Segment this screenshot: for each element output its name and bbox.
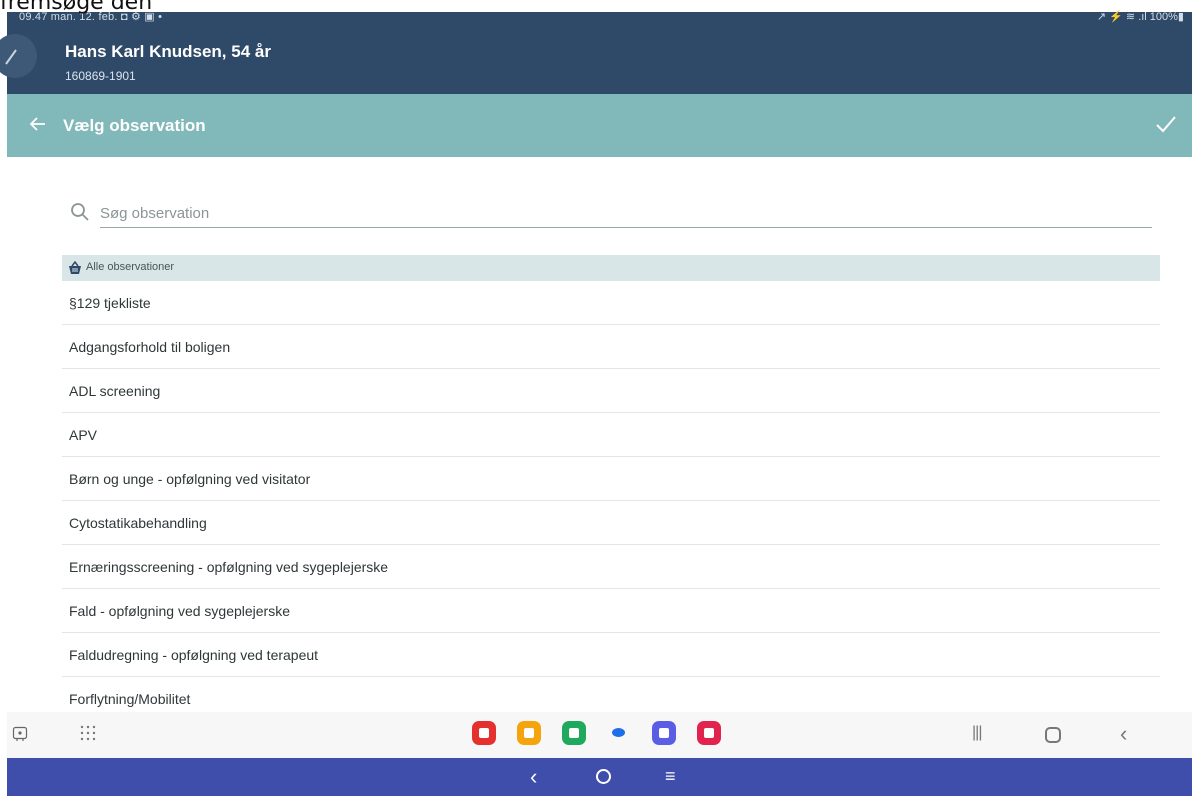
app-green-icon[interactable] — [562, 721, 586, 745]
list-item[interactable]: §129 tjekliste — [62, 281, 1160, 325]
list-item[interactable]: Adgangsforhold til boligen — [62, 325, 1160, 369]
screen: fremsøge den 09.47 man. 12. feb. ◘ ⚙ ▣ •… — [0, 0, 1192, 796]
status-bar: 09.47 man. 12. feb. ◘ ⚙ ▣ • ↗ ⚡ ≋ .ıl 10… — [7, 12, 1192, 26]
system-back-icon[interactable]: ‹ — [530, 764, 537, 790]
pencil-icon — [5, 49, 17, 65]
avatar[interactable] — [0, 34, 37, 78]
list-item-label: Børn og unge - opfølgning ved visitator — [69, 471, 311, 487]
caption-text: fremsøge den — [0, 0, 153, 15]
back-icon[interactable]: ‹ — [1120, 721, 1127, 747]
search-icon — [71, 203, 89, 221]
list-item[interactable]: Cytostatikabehandling — [62, 501, 1160, 545]
app-dock — [472, 721, 742, 747]
list-item[interactable]: ADL screening — [62, 369, 1160, 413]
system-home-icon[interactable] — [596, 769, 611, 784]
app-messages-icon[interactable] — [607, 721, 631, 745]
list-item[interactable]: APV — [62, 413, 1160, 457]
app-pink-icon[interactable] — [697, 721, 721, 745]
title-bar: Vælg observation — [7, 94, 1192, 157]
list-item-label: Fald - opfølgning ved sygeplejerske — [69, 603, 291, 619]
taskbar: ||| ‹ — [7, 712, 1192, 758]
list-item-label: Adgangsforhold til boligen — [69, 339, 231, 355]
check-icon[interactable] — [1152, 110, 1180, 138]
list-item[interactable]: Fald - opfølgning ved sygeplejerske — [62, 589, 1160, 633]
list-item-label: Cytostatikabehandling — [69, 515, 207, 531]
list-item-label: ADL screening — [69, 383, 161, 399]
list-item-label: Forflytning/Mobilitet — [69, 691, 191, 707]
basket-icon — [69, 261, 81, 274]
list-item[interactable]: Ernæringsscreening - opfølgning ved syge… — [62, 545, 1160, 589]
list-item-label: Faldudregning - opfølgning ved terapeut — [69, 647, 319, 663]
group-label: Alle observationer — [86, 261, 175, 273]
system-menu-icon[interactable]: ≡ — [665, 766, 676, 787]
page-title: Vælg observation — [63, 116, 206, 135]
list-item[interactable]: Børn og unge - opfølgning ved visitator — [62, 457, 1160, 501]
home-icon[interactable] — [1045, 727, 1061, 743]
patient-id: 160869-1901 — [65, 69, 136, 83]
observation-list: §129 tjekliste Adgangsforhold til bolige… — [62, 281, 1160, 721]
system-navigation-bar: ‹ ≡ — [7, 758, 1192, 796]
app-red-icon[interactable] — [472, 721, 496, 745]
app-grid-icon[interactable] — [79, 724, 97, 742]
search-input[interactable] — [100, 198, 1152, 228]
list-item-label: §129 tjekliste — [69, 295, 151, 311]
search-bar — [70, 198, 1154, 228]
screenshot-icon[interactable] — [12, 726, 28, 742]
group-header[interactable]: Alle observationer — [62, 255, 1160, 281]
list-item[interactable]: Faldudregning - opfølgning ved terapeut — [62, 633, 1160, 677]
app-orange-icon[interactable] — [517, 721, 541, 745]
arrow-left-icon[interactable] — [27, 112, 49, 136]
recents-icon[interactable]: ||| — [972, 724, 983, 742]
list-item-label: Ernæringsscreening - opfølgning ved syge… — [69, 559, 389, 575]
list-item-label: APV — [69, 427, 98, 443]
patient-name: Hans Karl Knudsen, 54 år — [65, 42, 271, 61]
app-purple-icon[interactable] — [652, 721, 676, 745]
status-bar-right: ↗ ⚡ ≋ .ıl 100%▮ — [1096, 11, 1184, 23]
patient-header: Hans Karl Knudsen, 54 år 160869-1901 — [0, 26, 1192, 94]
